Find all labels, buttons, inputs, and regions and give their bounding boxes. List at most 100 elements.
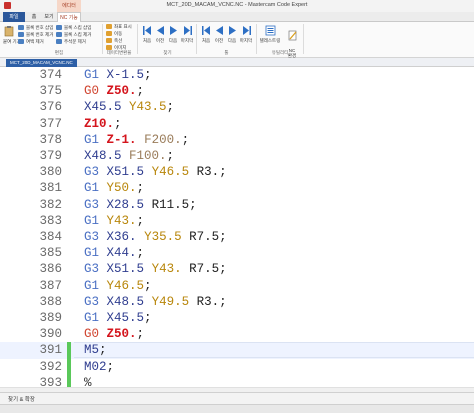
code-text: G0 Z50.; xyxy=(84,83,144,99)
line-number: 387 xyxy=(39,278,62,293)
code-line[interactable]: 391 M5; xyxy=(0,342,474,359)
code-line[interactable]: 386 G3 X51.5 Y43. R7.5; xyxy=(0,261,474,277)
code-token: X45.5 xyxy=(84,100,122,115)
code-line[interactable]: 379 X48.5 F100.; xyxy=(0,148,474,164)
code-token: Y43. xyxy=(151,262,182,277)
code-token: X36. xyxy=(106,230,137,244)
code-line[interactable]: 374 G1 X-1.5; xyxy=(0,67,474,83)
code-token: R11.5 xyxy=(151,197,190,212)
code-token: ; xyxy=(166,100,175,115)
code-line[interactable]: 380 G3 X51.5 Y46.5 R3.; xyxy=(0,164,474,180)
remove-space-button[interactable]: 여백 제거 xyxy=(18,38,44,45)
tab-file[interactable]: 파일 xyxy=(3,12,25,22)
code-line[interactable]: 382 G3 X28.5 R11.5; xyxy=(0,197,474,213)
code-token: ; xyxy=(219,230,227,244)
code-text: G1 Y50.; xyxy=(84,180,144,196)
code-token: Z50. xyxy=(106,327,137,342)
axis-button[interactable]: 축선 xyxy=(106,37,122,44)
code-line[interactable]: 387 G1 Y46.5; xyxy=(0,278,474,294)
space-icon xyxy=(18,39,24,44)
code-editor[interactable]: 374 G1 X-1.5; 375 G0 Z50.; 376 X45.5 Y43.5; 37… xyxy=(0,67,474,391)
tool-previous-button[interactable]: 이전 xyxy=(212,25,226,44)
code-line[interactable]: 388 G3 X48.5 Y49.5 R3.; xyxy=(0,294,474,310)
insert-block-skip-button[interactable]: 블록 스킵 삽입 xyxy=(56,24,91,31)
current-line-highlight xyxy=(74,342,474,359)
change-marker xyxy=(67,342,71,359)
code-token: R3. xyxy=(196,165,220,180)
multi-string-button[interactable]: 텔레스트링 xyxy=(259,25,281,44)
line-number: 386 xyxy=(39,262,62,277)
last-icon xyxy=(183,26,192,35)
ribbon-separator xyxy=(256,24,257,54)
code-token: R3. xyxy=(196,294,220,309)
code-token: Y46.5 xyxy=(106,278,145,293)
code-token: G1 xyxy=(84,311,100,325)
code-line[interactable]: 389 G1 X45.5; xyxy=(0,310,474,326)
code-line[interactable]: 377 Z10.; xyxy=(0,116,474,132)
insert-block-number-button[interactable]: 블록 번호 삽입 xyxy=(18,24,53,31)
tool-first-button[interactable]: 처음 xyxy=(199,25,213,44)
line-number: 388 xyxy=(39,294,62,309)
find-first-button[interactable]: 처음 xyxy=(140,25,154,44)
code-token: X-1.5 xyxy=(106,68,145,82)
comment-icon xyxy=(56,39,62,44)
remove-comment-button[interactable]: 주석문 제거 xyxy=(56,38,86,45)
code-token: Z10. xyxy=(84,116,115,131)
code-line[interactable]: 385 G1 X44.; xyxy=(0,245,474,261)
find-expand-label[interactable]: 찾기 & 확장 xyxy=(8,395,35,403)
code-token: X45.5 xyxy=(106,311,145,325)
code-token: R7.5 xyxy=(189,230,220,244)
document-tab-row: MCT_20D_MACAM_VCNC.NC xyxy=(0,58,474,67)
multi-string-icon xyxy=(265,25,275,36)
code-token: ; xyxy=(114,116,122,131)
data-group-label: 데이터변환율 xyxy=(106,50,132,55)
find-next-button[interactable]: 다음 xyxy=(166,25,180,44)
code-line[interactable]: 376 X45.5 Y43.5; xyxy=(0,99,474,115)
remove-block-skip-button[interactable]: 블록 스킵 제거 xyxy=(56,31,91,38)
line-number: 374 xyxy=(39,68,62,82)
code-text: M5; xyxy=(84,342,107,358)
code-token: F100. xyxy=(129,149,167,163)
tab-home[interactable]: 홈 xyxy=(27,12,41,22)
code-line[interactable]: 390 G0 Z50.; xyxy=(0,326,474,342)
remove-block-number-button[interactable]: 블록 번호 제거 xyxy=(18,31,53,38)
move-icon xyxy=(106,31,112,36)
code-line[interactable]: 381 G1 Y50.; xyxy=(0,180,474,196)
find-last-button[interactable]: 마지막 xyxy=(179,25,195,44)
coordinate-display-button[interactable]: 좌표 표시 xyxy=(106,23,132,30)
code-text: G1 X44.; xyxy=(84,245,144,261)
move-button[interactable]: 이동 xyxy=(106,30,122,37)
code-line[interactable]: 378 G1 Z-1. F200.; xyxy=(0,132,474,148)
code-line[interactable]: 383 G1 Y43.; xyxy=(0,213,474,229)
utility-group-label: 유틸리티 xyxy=(271,50,289,55)
document-tab[interactable]: MCT_20D_MACAM_VCNC.NC xyxy=(6,59,77,67)
clipboard-icon xyxy=(4,26,14,37)
code-token: X48.5 xyxy=(106,294,145,309)
tab-view[interactable]: 보기 xyxy=(42,12,56,22)
code-token: ; xyxy=(219,262,227,277)
find-previous-button[interactable]: 이전 xyxy=(153,25,167,44)
next-icon xyxy=(228,26,236,35)
tool-last-button[interactable]: 마지막 xyxy=(238,25,254,44)
code-line[interactable]: 375 G0 Z50.; xyxy=(0,83,474,99)
find-expand-panel: 찾기 & 확장 xyxy=(0,392,474,404)
line-number: 381 xyxy=(39,181,62,196)
tool-next-button[interactable]: 다음 xyxy=(225,25,239,44)
code-line[interactable]: 392 M02; xyxy=(0,358,474,375)
line-number: 384 xyxy=(39,230,62,244)
code-text: X45.5 Y43.5; xyxy=(84,99,174,115)
code-token: ; xyxy=(181,132,190,147)
paste-button[interactable]: 붙여 기기 xyxy=(3,25,21,45)
code-line[interactable]: 384 G3 X36. Y35.5 R7.5; xyxy=(0,229,474,245)
code-token: ; xyxy=(144,311,152,325)
change-marker xyxy=(67,358,71,375)
